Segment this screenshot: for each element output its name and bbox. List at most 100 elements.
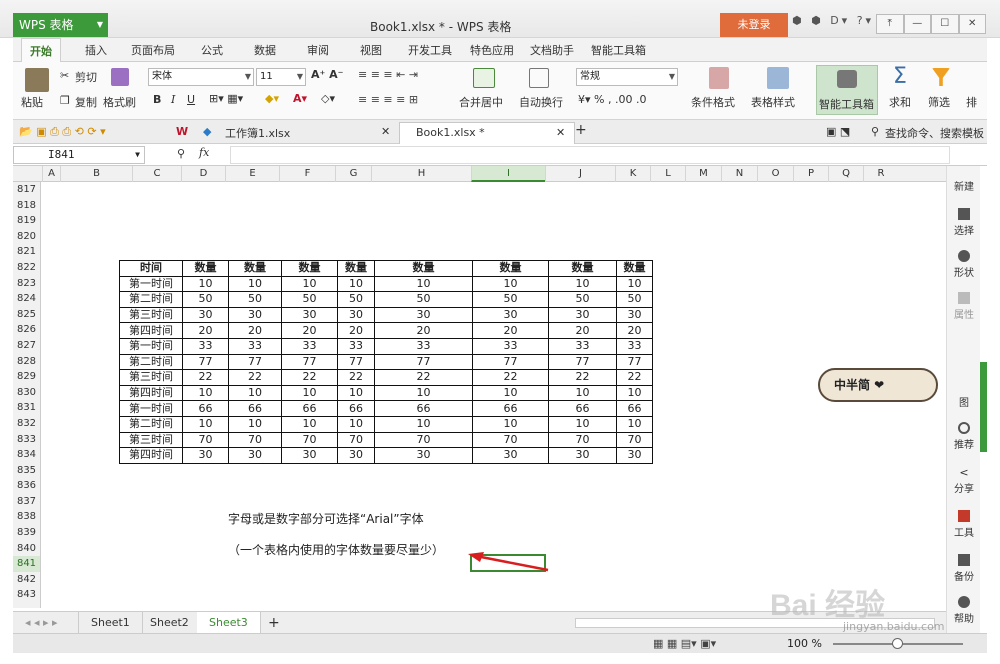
tab-insert[interactable]: 插入 [85, 42, 107, 58]
table-cell[interactable]: 10 [374, 275, 473, 293]
conditional-format-icon[interactable] [709, 67, 729, 89]
row-header[interactable]: 828 [13, 354, 40, 370]
table-cell[interactable]: 10 [472, 275, 549, 293]
table-cell[interactable]: 70 [472, 431, 549, 449]
table-cell[interactable]: 10 [228, 415, 282, 433]
table-cell[interactable]: 50 [182, 291, 229, 308]
toolbar-icons[interactable]: ▣ ⬔ [826, 125, 850, 138]
row-header[interactable]: 842 [13, 572, 40, 588]
sort-button[interactable]: 排 [966, 94, 977, 110]
table-cell[interactable]: 10 [337, 415, 375, 433]
table-cell[interactable]: 22 [281, 369, 338, 386]
row-header[interactable]: 826 [13, 322, 40, 338]
table-header-cell[interactable]: 数量 [281, 260, 338, 277]
table-cell[interactable]: 70 [548, 431, 617, 449]
table-cell[interactable]: 77 [616, 353, 653, 371]
sidebar-item-recommend[interactable]: 推荐 [947, 422, 981, 451]
table-cell[interactable]: 20 [337, 322, 375, 339]
row-header[interactable]: 834 [13, 447, 40, 463]
table-cell[interactable]: 70 [228, 431, 282, 449]
table-cell[interactable]: 30 [182, 306, 229, 324]
tab-home[interactable]: 开始 [21, 38, 61, 63]
name-box[interactable]: I841 ▼ [13, 146, 145, 164]
sidebar-item-help[interactable]: 帮助 [947, 596, 981, 625]
wrap-text-icon[interactable] [529, 68, 549, 88]
table-cell[interactable]: 50 [548, 291, 617, 308]
table-cell[interactable]: 70 [182, 431, 229, 449]
table-cell[interactable]: 70 [616, 431, 653, 449]
column-header[interactable]: F [279, 166, 335, 182]
tab-data[interactable]: 数据 [254, 42, 276, 58]
close-icon[interactable]: ✕ [381, 125, 390, 138]
row-header[interactable]: 825 [13, 307, 40, 323]
table-cell[interactable]: 第三时间 [119, 369, 183, 386]
table-cell[interactable]: 10 [182, 384, 229, 402]
column-header[interactable]: L [650, 166, 685, 182]
column-header[interactable]: N [721, 166, 757, 182]
table-cell[interactable]: 33 [337, 337, 375, 355]
table-header-cell[interactable]: 数量 [548, 260, 617, 277]
table-cell[interactable]: 第四时间 [119, 447, 183, 464]
number-format-select[interactable]: 常规 ▼ [576, 68, 678, 86]
copy-button[interactable]: 复制 [75, 94, 97, 110]
column-header[interactable]: C [132, 166, 181, 182]
table-cell[interactable]: 50 [472, 291, 549, 308]
table-cell[interactable]: 66 [281, 400, 338, 417]
sum-button[interactable]: 求和 [889, 94, 911, 110]
column-header[interactable]: P [793, 166, 828, 182]
table-cell[interactable]: 22 [374, 369, 473, 386]
add-sheet-button[interactable]: + [256, 612, 292, 634]
table-cell[interactable]: 第一时间 [119, 275, 183, 293]
column-header[interactable]: M [685, 166, 721, 182]
table-cell[interactable]: 66 [228, 400, 282, 417]
row-header[interactable]: 837 [13, 494, 40, 510]
table-cell[interactable]: 第二时间 [119, 415, 183, 433]
title-controls[interactable]: ⬢ ⬢ D▾ ?▾ [792, 14, 874, 27]
table-cell[interactable]: 30 [472, 306, 549, 324]
clear-format-icon[interactable]: ◇▾ [321, 92, 335, 105]
table-cell[interactable]: 50 [337, 291, 375, 308]
wps-logo-icon[interactable]: W [176, 125, 188, 138]
row-header[interactable]: 839 [13, 525, 40, 541]
table-cell[interactable]: 22 [616, 369, 653, 386]
table-cell[interactable]: 10 [548, 384, 617, 402]
font-name-select[interactable]: 宋体 ▼ [148, 68, 254, 86]
grow-font-icon[interactable]: A⁺ A⁻ [311, 68, 343, 81]
format-painter-button[interactable]: 格式刷 [103, 94, 136, 110]
column-header[interactable]: Q [828, 166, 863, 182]
table-cell[interactable]: 第二时间 [119, 291, 183, 308]
wrap-text-button[interactable]: 自动换行 [519, 94, 563, 110]
table-cell[interactable]: 10 [337, 384, 375, 402]
table-cell[interactable]: 30 [616, 447, 653, 464]
fx-button[interactable]: fx [199, 146, 209, 159]
table-cell[interactable]: 22 [228, 369, 282, 386]
align-left-icons[interactable]: ≡ ≡ ≡ ≡ ⊞ [358, 93, 418, 106]
table-cell[interactable]: 77 [374, 353, 473, 371]
table-cell[interactable]: 第二时间 [119, 353, 183, 371]
table-cell[interactable]: 20 [182, 322, 229, 339]
row-header[interactable]: 818 [13, 198, 40, 214]
formula-input[interactable] [230, 146, 950, 164]
table-cell[interactable]: 第三时间 [119, 431, 183, 449]
table-cell[interactable]: 77 [472, 353, 549, 371]
table-cell[interactable]: 77 [281, 353, 338, 371]
table-cell[interactable]: 30 [228, 306, 282, 324]
table-cell[interactable]: 22 [337, 369, 375, 386]
font-color-icon[interactable]: A▾ [293, 92, 307, 105]
table-cell[interactable]: 30 [182, 447, 229, 464]
table-cell[interactable]: 77 [228, 353, 282, 371]
font-size-select[interactable]: 11 ▼ [256, 68, 306, 86]
align-top-icons[interactable]: ≡ ≡ ≡ ⇤ ⇥ [358, 68, 418, 81]
table-cell[interactable]: 22 [548, 369, 617, 386]
worksheet-grid[interactable]: 时间 数量 数量 数量 数量 数量 数量 数量 数量 第一时间 10 10 10 10 10 10 10 10 第二… [42, 182, 946, 608]
close-button[interactable]: ✕ [958, 14, 986, 34]
table-cell[interactable]: 30 [374, 447, 473, 464]
column-header-selected[interactable]: I [471, 166, 545, 182]
table-header-cell[interactable]: 数量 [472, 260, 549, 277]
table-cell[interactable]: 30 [337, 447, 375, 464]
table-cell[interactable]: 77 [548, 353, 617, 371]
column-header[interactable]: K [615, 166, 650, 182]
tab-doc-assistant[interactable]: 文档助手 [530, 42, 574, 58]
row-header[interactable]: 819 [13, 213, 40, 229]
tab-smart-toolbox[interactable]: 智能工具箱 [591, 42, 646, 58]
